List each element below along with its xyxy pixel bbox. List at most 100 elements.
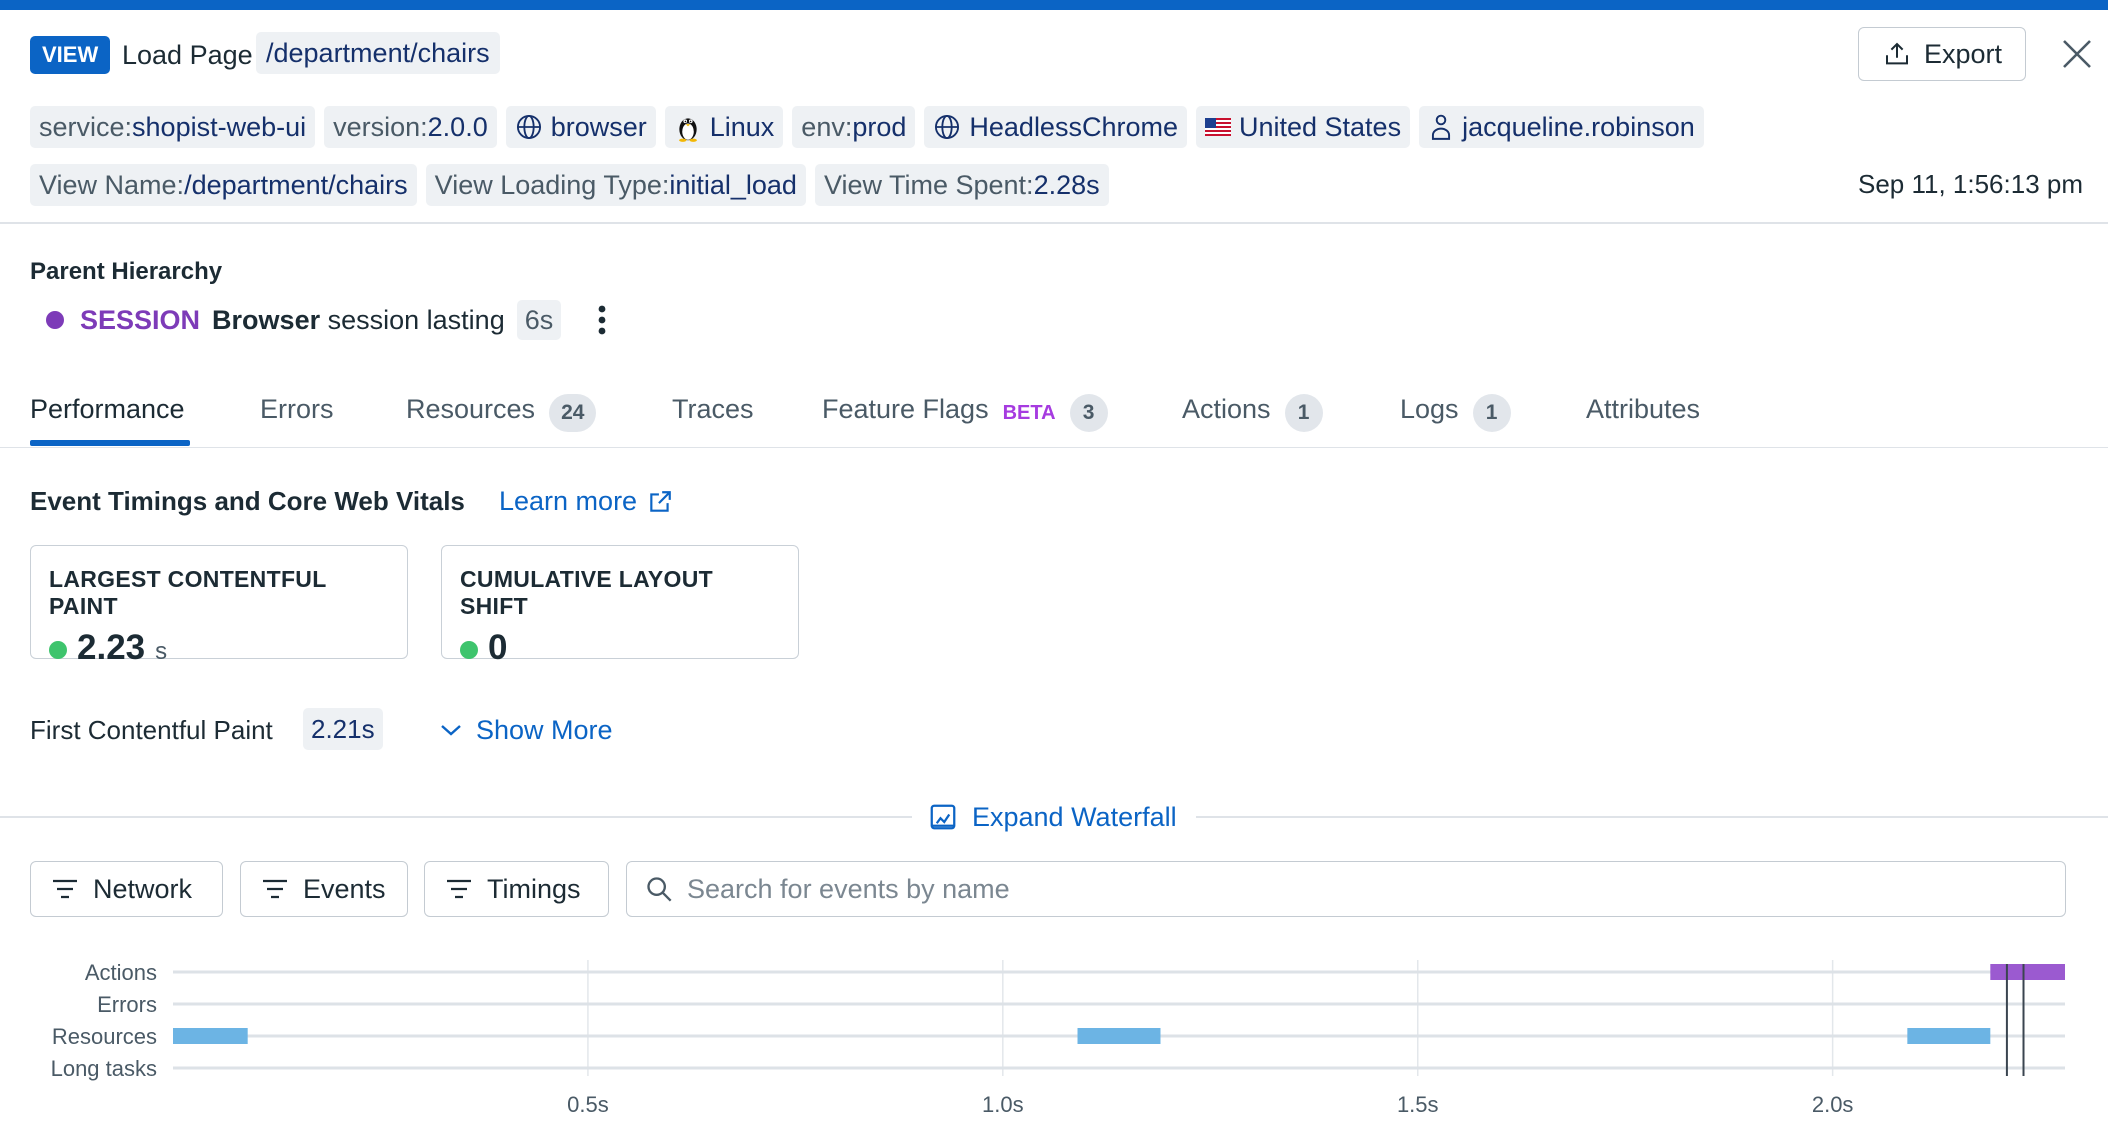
filter-icon [263, 879, 287, 899]
x-tick-label: 0.5s [567, 1092, 609, 1117]
show-more-label: Show More [476, 715, 613, 745]
cls-value-row: 0 [460, 628, 780, 668]
tab-resources[interactable]: Resources 24 [406, 386, 597, 448]
learn-more-label: Learn more [499, 486, 638, 516]
tag-key: service: [39, 111, 133, 142]
tag-value: prod [852, 111, 907, 142]
tag-user[interactable]: jacqueline.robinson [1419, 106, 1704, 148]
fcp-label: First Contentful Paint [30, 715, 273, 745]
x-tick-label: 1.5s [1397, 1092, 1439, 1117]
tag-value: HeadlessChrome [969, 111, 1178, 142]
tag-key: View Name: [39, 169, 185, 200]
tab-attributes[interactable]: Attributes [1586, 386, 1700, 448]
filter-label: Timings [487, 873, 581, 904]
search-icon [647, 877, 672, 902]
header-divider [0, 222, 2108, 224]
tab-label: Feature Flags [822, 394, 989, 424]
linux-penguin-icon [678, 118, 697, 142]
tag-time-spent[interactable]: View Time Spent: 2.28s [814, 164, 1109, 206]
tab-count-badge: 1 [1284, 394, 1323, 432]
events-filter-button[interactable]: Events [240, 861, 408, 917]
resource-bar [1077, 1028, 1161, 1044]
tag-value: browser [550, 111, 647, 142]
tag-value: shopist-web-ui [132, 111, 307, 142]
tag-env[interactable]: env: prod [792, 106, 916, 148]
session-desc-rest: session lasting [327, 304, 505, 335]
parent-session-row[interactable]: SESSION Browser session lasting 6s [46, 300, 562, 340]
row-label: Resources [52, 1024, 157, 1049]
tag-value: jacqueline.robinson [1462, 111, 1695, 142]
lcp-label: LARGEST CONTENTFUL PAINT [49, 566, 327, 619]
us-flag-icon [1204, 118, 1231, 136]
tab-performance[interactable]: Performance [30, 386, 185, 448]
tab-label: Attributes [1586, 394, 1701, 424]
session-duration: 6s [516, 300, 562, 340]
tab-label: Logs [1400, 394, 1459, 424]
tag-version[interactable]: version: 2.0.0 [324, 106, 497, 148]
tab-label: Resources [406, 394, 536, 424]
tag-view-name[interactable]: View Name:/department/chairs [30, 164, 417, 206]
event-search-box[interactable] [626, 861, 2066, 917]
parent-hierarchy-title: Parent Hierarchy [30, 258, 223, 285]
resource-bar [1907, 1028, 1991, 1044]
tag-browser[interactable]: browser [505, 106, 656, 148]
tag-value: Linux [709, 111, 775, 142]
tab-label: Errors [260, 394, 334, 424]
lcp-value: 2.23 [77, 628, 146, 667]
chevron-down-icon [441, 725, 461, 736]
tag-value: United States [1238, 111, 1402, 142]
vitals-section-title: Event Timings and Core Web Vitals [30, 486, 465, 516]
cls-value: 0 [488, 628, 508, 667]
tab-logs[interactable]: Logs 1 [1400, 386, 1511, 448]
tag-os[interactable]: Linux [664, 106, 784, 148]
active-tab-indicator [30, 440, 190, 446]
timings-filter-button[interactable]: Timings [424, 861, 609, 917]
expand-waterfall-button[interactable]: Expand Waterfall [928, 798, 1177, 836]
tab-count-badge: 24 [549, 394, 597, 432]
external-link-icon [650, 490, 671, 512]
waterfall-timeline-chart[interactable]: Actions Errors Resources Long tasks 0.5s 1.0s… [0, 950, 2108, 1126]
tag-value: 2.28s [1033, 169, 1100, 200]
show-more-button[interactable]: Show More [440, 710, 613, 750]
filter-label: Network [93, 873, 193, 904]
tag-value: initial_load [669, 169, 797, 200]
tag-loading-type[interactable]: View Loading Type: initial_load [425, 164, 806, 206]
divider-left [0, 816, 912, 818]
cls-card[interactable]: CUMULATIVE LAYOUT SHIFT 0 [441, 545, 799, 667]
tab-feature-flags[interactable]: Feature Flags BETA 3 [822, 386, 1108, 448]
filter-label: Events [303, 873, 386, 904]
tag-country[interactable]: United States [1195, 106, 1411, 148]
session-description: Browser session lasting [212, 305, 505, 336]
status-good-dot [49, 641, 67, 659]
tab-traces[interactable]: Traces [672, 386, 754, 448]
page-title: Load Page [122, 40, 253, 70]
more-vertical-icon [598, 305, 606, 335]
session-type-label: SESSION [80, 304, 201, 335]
tag-row-1: service: shopist-web-ui version: 2.0.0 bro… [30, 106, 1704, 148]
close-button[interactable] [2060, 34, 2094, 74]
search-input[interactable] [687, 873, 2047, 905]
x-tick-label: 1.0s [982, 1092, 1024, 1117]
export-button[interactable]: Export [1858, 27, 2026, 81]
export-label: Export [1923, 38, 2003, 69]
expand-waterfall-label: Expand Waterfall [972, 802, 1177, 832]
resource-bar [173, 1028, 248, 1044]
tag-key: View Time Spent: [823, 169, 1034, 200]
tag-browser-name[interactable]: HeadlessChrome [924, 106, 1187, 148]
tab-errors[interactable]: Errors [260, 386, 334, 448]
event-timestamp: Sep 11, 1:56:13 pm [1857, 169, 2083, 199]
waterfall-icon [930, 804, 956, 830]
tag-service[interactable]: service: shopist-web-ui [30, 106, 316, 148]
network-filter-button[interactable]: Network [30, 861, 223, 917]
tag-key: env: [801, 111, 853, 142]
globe-icon [516, 114, 541, 140]
lcp-card[interactable]: LARGEST CONTENTFUL PAINT 2.23 s [30, 545, 408, 667]
user-icon [1432, 114, 1451, 140]
tag-value: 2.0.0 [427, 111, 488, 142]
tab-actions[interactable]: Actions 1 [1182, 386, 1323, 448]
tag-key: View Loading Type: [434, 169, 670, 200]
page-url[interactable]: /department/chairs [256, 32, 500, 74]
kebab-menu-button[interactable] [592, 300, 612, 340]
learn-more-link[interactable]: Learn more [499, 486, 673, 517]
tag-value: /department/chairs [184, 169, 408, 200]
